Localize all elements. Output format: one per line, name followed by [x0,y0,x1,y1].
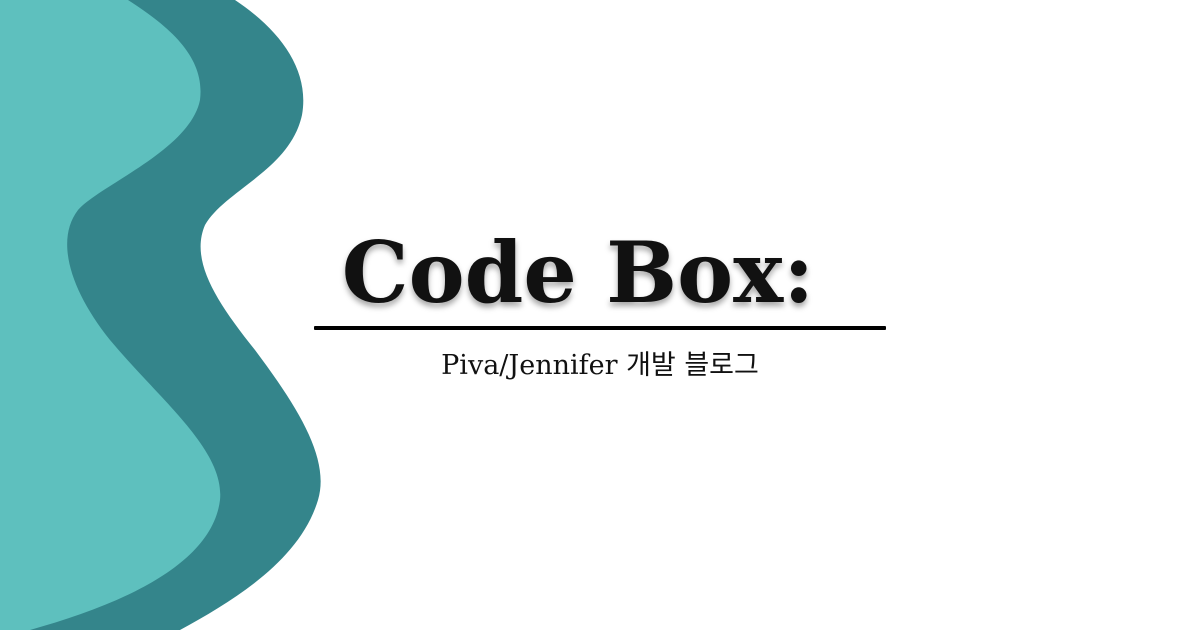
page-subtitle: Piva/Jennifer 개발 블로그 [441,350,759,381]
banner-canvas: Code Box: Piva/Jennifer 개발 블로그 [0,0,1200,630]
title-block: Code Box: Piva/Jennifer 개발 블로그 [314,218,886,384]
page-title: Code Box: [341,223,815,322]
